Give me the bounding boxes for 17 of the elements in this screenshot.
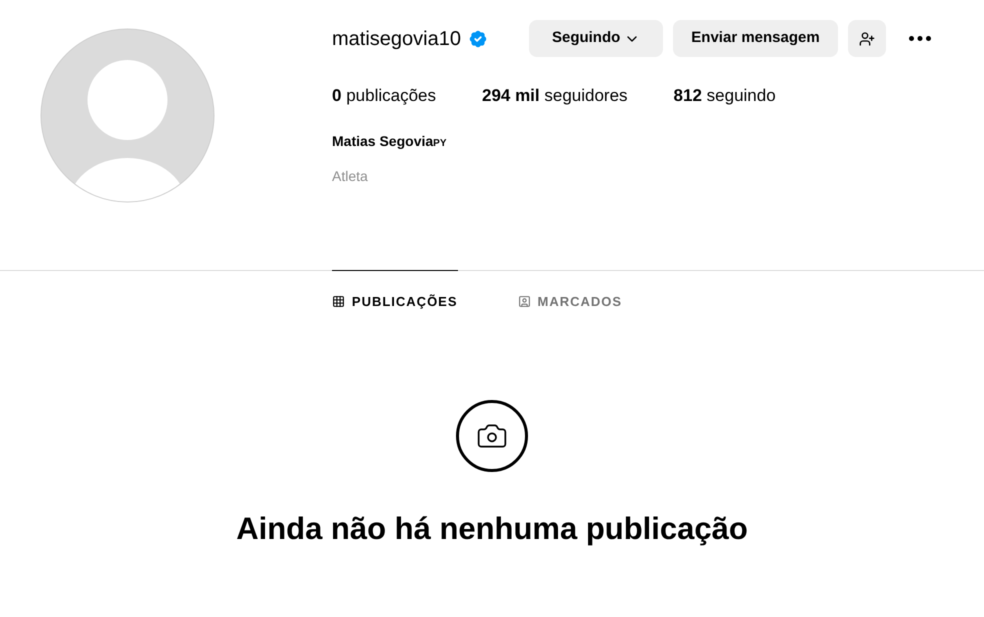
grid-icon: [332, 295, 345, 308]
display-name: Matias SegoviaPY: [332, 132, 448, 151]
person-tag-icon: [518, 295, 531, 308]
add-person-icon: [858, 30, 875, 46]
category-label: Atleta: [332, 166, 369, 186]
following-button[interactable]: Seguindo: [528, 20, 664, 57]
username: matisegovia10: [332, 26, 461, 52]
profile-tab[interactable]: PUBLICAÇÕES: [332, 270, 458, 332]
profile-tab[interactable]: MARCADOS: [518, 270, 622, 332]
add-person-button[interactable]: [848, 20, 886, 57]
camera-icon: [456, 400, 528, 472]
more-icon: [908, 36, 931, 41]
message-button[interactable]: Enviar mensagem: [673, 20, 838, 57]
profile-stat[interactable]: 294 mil seguidores: [482, 83, 628, 108]
profile-stat[interactable]: 0 publicações: [332, 83, 436, 108]
empty-state-title: Ainda não há nenhuma publicação: [236, 510, 748, 548]
profile-stat[interactable]: 812 seguindo: [674, 83, 776, 108]
